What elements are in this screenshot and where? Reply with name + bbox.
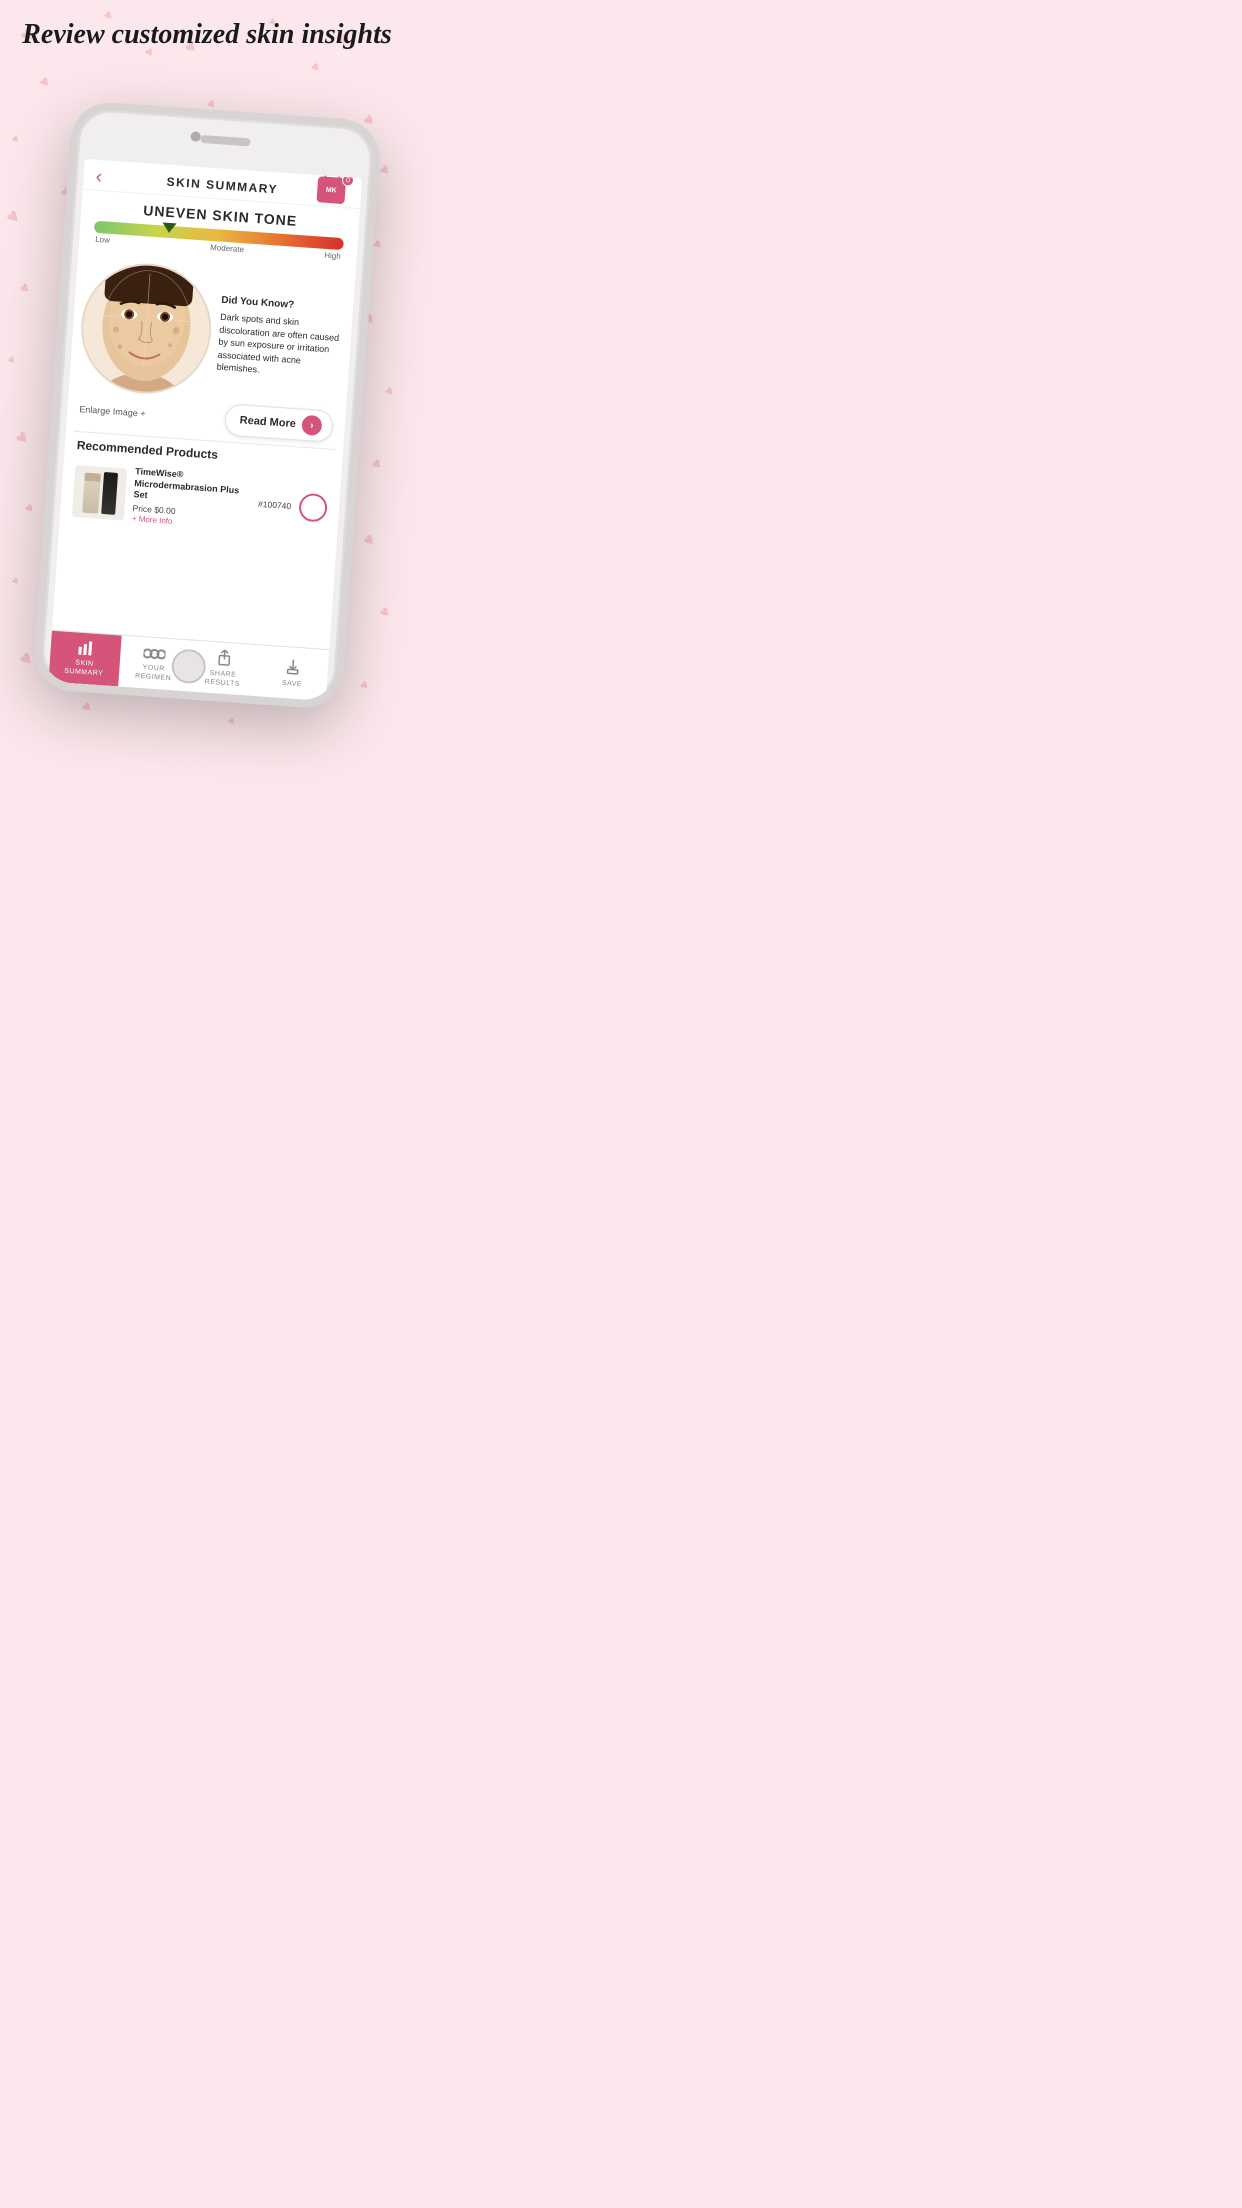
face-svg (87, 260, 206, 397)
read-more-label: Read More (239, 414, 296, 430)
cart-badge: 0 (342, 174, 355, 187)
save-icon (285, 659, 300, 679)
face-info-row: Did You Know? Dark spots and skin discol… (77, 259, 347, 407)
product-add-button[interactable] (298, 492, 328, 522)
nav-regimen-label: YOUR (142, 664, 165, 673)
tube-2 (101, 471, 118, 514)
share-icon (216, 649, 231, 669)
phone-camera (190, 131, 201, 142)
nav-save-label: SAVE (282, 679, 303, 687)
nav-skin-summary-label2: SUMMARY (64, 668, 104, 678)
nav-share-label: SHARE (209, 670, 236, 679)
page-heading: Review customized skin insights (0, 18, 414, 52)
nav-skin-summary[interactable]: SKIN SUMMARY (48, 631, 121, 687)
product-sku: #100740 (258, 498, 292, 510)
did-you-know-body: Dark spots and skin discoloration are of… (216, 311, 344, 382)
did-you-know-section: Did You Know? Dark spots and skin discol… (216, 294, 345, 382)
scale-high-label: High (324, 251, 341, 261)
product-name: TimeWise® Microdermabrasion Plus Set (133, 466, 252, 509)
screen-title: SKIN SUMMARY (166, 175, 278, 197)
phone-speaker (200, 135, 250, 146)
face-image-circle (77, 259, 216, 398)
nav-save[interactable]: SAVE (256, 645, 329, 701)
phone-frame: ‹ SKIN SUMMARY MK 0 UNEVEN SKIN TONE Low (32, 100, 382, 710)
read-more-button[interactable]: Read More › (224, 403, 334, 442)
regimen-icon (143, 646, 166, 663)
product-image (72, 465, 128, 521)
nav-regimen-label2: REGIMEN (135, 672, 172, 682)
nav-skin-summary-label: SKIN (75, 659, 94, 667)
phone-screen: ‹ SKIN SUMMARY MK 0 UNEVEN SKIN TONE Low (48, 159, 362, 701)
product-info: TimeWise® Microdermabrasion Plus Set Pri… (132, 466, 253, 531)
read-more-arrow-icon: › (301, 415, 322, 436)
cart-letters: MK (326, 186, 337, 194)
skin-summary-icon (77, 641, 94, 659)
back-button[interactable]: ‹ (95, 165, 103, 188)
nav-share-label2: RESULTS (205, 679, 241, 688)
phone-device: ‹ SKIN SUMMARY MK 0 UNEVEN SKIN TONE Low (32, 100, 382, 710)
enlarge-button[interactable]: Enlarge Image + (79, 404, 146, 419)
scale-moderate-label: Moderate (210, 243, 244, 254)
product-tubes (77, 466, 121, 519)
cart-icon-container[interactable]: MK 0 (316, 176, 350, 210)
tube-1 (82, 472, 101, 513)
scale-low-label: Low (95, 235, 110, 245)
scale-marker (162, 222, 177, 233)
